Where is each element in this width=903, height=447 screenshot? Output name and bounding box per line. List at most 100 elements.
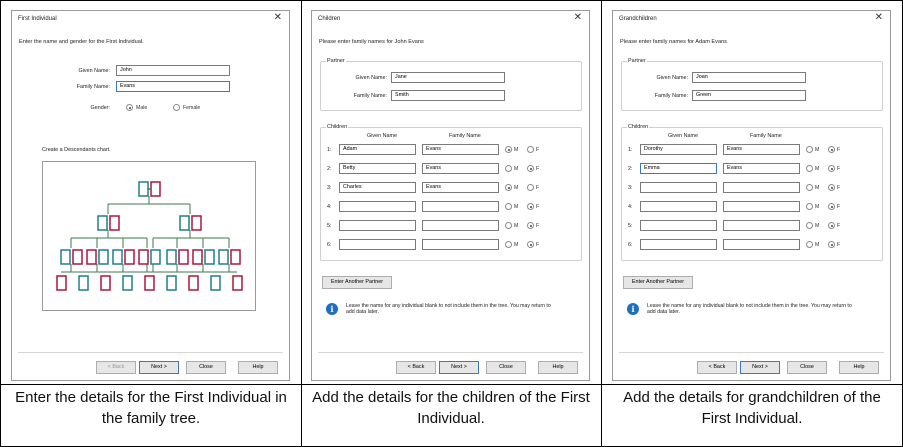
child-given-name-input[interactable]: Betty: [339, 163, 416, 174]
female-radio[interactable]: [828, 241, 835, 248]
child-family-name-input[interactable]: [723, 220, 800, 231]
child-family-name-input[interactable]: [422, 220, 499, 231]
female-radio-label: F: [536, 166, 540, 172]
female-radio[interactable]: [828, 146, 835, 153]
child-family-name-input[interactable]: [422, 239, 499, 250]
given-name-input[interactable]: John: [116, 65, 230, 76]
female-radio[interactable]: [828, 184, 835, 191]
female-radio[interactable]: [828, 165, 835, 172]
next-button[interactable]: Next >: [139, 361, 179, 374]
partner-given-name-input[interactable]: Joan: [692, 72, 806, 83]
female-radio[interactable]: [527, 146, 534, 153]
male-radio-label: M: [815, 166, 820, 172]
child-family-name-input[interactable]: Evans: [723, 144, 800, 155]
back-button[interactable]: < Back: [396, 361, 436, 374]
child-family-name-input[interactable]: [422, 201, 499, 212]
male-radio[interactable]: [806, 222, 813, 229]
female-radio[interactable]: [527, 165, 534, 172]
family-name-label: Family Name:: [353, 93, 387, 99]
child-given-name-input[interactable]: [339, 239, 416, 250]
help-button[interactable]: Help: [238, 361, 278, 374]
descendants-chart-preview[interactable]: [42, 161, 256, 311]
female-radio[interactable]: [173, 104, 180, 111]
close-button[interactable]: Close: [186, 361, 226, 374]
enter-another-partner-button[interactable]: Enter Another Partner: [623, 276, 693, 289]
female-radio[interactable]: [527, 203, 534, 210]
male-radio[interactable]: [806, 203, 813, 210]
child-family-name-input[interactable]: Evans: [422, 163, 499, 174]
close-button[interactable]: Close: [787, 361, 827, 374]
close-button[interactable]: Close: [486, 361, 526, 374]
footer-separator: [619, 352, 884, 353]
male-radio-label: M: [514, 147, 519, 153]
child-row-number: 5:: [628, 223, 633, 229]
help-button[interactable]: Help: [839, 361, 879, 374]
male-radio[interactable]: [505, 222, 512, 229]
male-radio-label: M: [514, 204, 519, 210]
grid-line: [0, 384, 903, 385]
family-name-label: Family Name:: [654, 93, 688, 99]
close-icon[interactable]: ✕: [274, 13, 282, 23]
grid-line: [601, 0, 602, 447]
male-radio[interactable]: [806, 146, 813, 153]
next-button[interactable]: Next >: [439, 361, 479, 374]
male-radio[interactable]: [806, 241, 813, 248]
descendants-tree-diagram: [56, 181, 243, 291]
partner-given-name-input[interactable]: Jane: [391, 72, 505, 83]
female-radio-label: F: [536, 185, 540, 191]
female-radio[interactable]: [828, 222, 835, 229]
family-name-input[interactable]: Evans: [116, 81, 230, 92]
partner-family-name-input[interactable]: Green: [692, 90, 806, 101]
child-given-name-input[interactable]: [339, 220, 416, 231]
child-row-number: 5:: [327, 223, 332, 229]
male-radio[interactable]: [505, 184, 512, 191]
male-radio[interactable]: [505, 146, 512, 153]
child-family-name-input[interactable]: Evans: [422, 182, 499, 193]
female-radio[interactable]: [527, 222, 534, 229]
female-radio-label: F: [536, 147, 540, 153]
family-name-column-header: Family Name: [750, 133, 782, 139]
back-button[interactable]: < Back: [697, 361, 737, 374]
close-icon[interactable]: ✕: [574, 13, 582, 23]
help-button[interactable]: Help: [538, 361, 578, 374]
child-given-name-input[interactable]: Adam: [339, 144, 416, 155]
child-given-name-input[interactable]: [640, 220, 717, 231]
female-radio-label: F: [536, 204, 540, 210]
close-icon[interactable]: ✕: [875, 13, 883, 23]
child-row-number: 1:: [327, 147, 332, 153]
gender-label: Gender:: [90, 105, 110, 111]
child-family-name-input[interactable]: [723, 201, 800, 212]
child-given-name-input[interactable]: [640, 201, 717, 212]
male-radio[interactable]: [505, 203, 512, 210]
child-family-name-input[interactable]: Evans: [723, 163, 800, 174]
partner-group: Partner Given Name: Jane Family Name: Sm…: [320, 58, 582, 111]
female-radio[interactable]: [527, 241, 534, 248]
child-given-name-input[interactable]: Emma: [640, 163, 717, 174]
footer-separator: [18, 352, 283, 353]
child-given-name-input[interactable]: [339, 201, 416, 212]
partner-legend: Partner: [326, 58, 346, 64]
child-given-name-input[interactable]: [640, 239, 717, 250]
enter-another-partner-button[interactable]: Enter Another Partner: [322, 276, 392, 289]
female-radio[interactable]: [828, 203, 835, 210]
male-radio[interactable]: [505, 241, 512, 248]
child-family-name-input[interactable]: [723, 182, 800, 193]
family-name-label: Family Name:: [76, 84, 110, 90]
female-radio-label: Female: [183, 105, 201, 111]
female-radio[interactable]: [527, 184, 534, 191]
male-radio[interactable]: [806, 184, 813, 191]
male-radio[interactable]: [806, 165, 813, 172]
child-row-number: 2:: [327, 166, 332, 172]
back-button[interactable]: < Back: [96, 361, 136, 374]
male-radio[interactable]: [126, 104, 133, 111]
child-given-name-input[interactable]: [640, 182, 717, 193]
child-given-name-input[interactable]: Dorothy: [640, 144, 717, 155]
children-group: Children Given Name Family Name 1: Doroth…: [621, 124, 883, 261]
child-family-name-input[interactable]: Evans: [422, 144, 499, 155]
next-button[interactable]: Next >: [740, 361, 780, 374]
partner-family-name-input[interactable]: Smith: [391, 90, 505, 101]
child-family-name-input[interactable]: [723, 239, 800, 250]
dialog-title: Children: [318, 16, 341, 22]
child-given-name-input[interactable]: Charles: [339, 182, 416, 193]
male-radio[interactable]: [505, 165, 512, 172]
